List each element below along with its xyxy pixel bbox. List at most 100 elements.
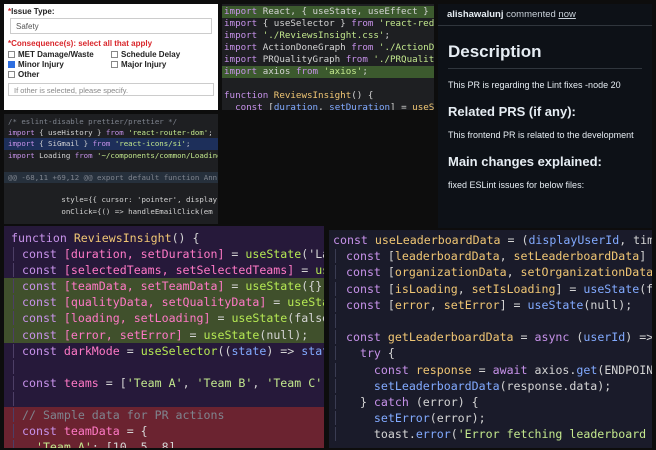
code-line: const [qualityData, setQualityData] = us… <box>4 294 324 311</box>
code-token: , <box>252 375 267 390</box>
code-token: , 'Te <box>322 376 324 390</box>
code-token: const <box>22 263 64 278</box>
consequence-option[interactable]: Minor Injury <box>8 60 111 69</box>
code-line: // Sample data for PR actions <box>4 407 324 424</box>
code-token: from <box>92 139 115 149</box>
code-token: (null); <box>259 327 309 342</box>
code-token: , <box>182 375 197 390</box>
code-token: async <box>534 330 577 345</box>
code-token: state <box>231 343 267 358</box>
code-token: = [ <box>98 375 127 390</box>
comment-time[interactable]: now <box>558 9 575 20</box>
consequence-option[interactable]: MET Damage/Waste <box>8 50 111 59</box>
checkbox-icon[interactable] <box>8 51 15 58</box>
code-token: // Sample data for PR actions <box>22 408 225 423</box>
code-token: 'Team C' <box>266 375 323 390</box>
comment-author[interactable]: alishawalunj <box>447 9 504 20</box>
consequence-option-label: Minor Injury <box>18 60 64 69</box>
code-token: useState <box>245 279 302 294</box>
code-line: const [organizationData, setOrganization… <box>329 264 652 280</box>
code-token: const <box>346 362 416 377</box>
code-token: [ <box>387 281 395 296</box>
consequence-option[interactable]: Major Injury <box>111 60 214 69</box>
code-token: import <box>224 66 263 77</box>
code-line <box>4 391 324 407</box>
other-specify-input[interactable]: If other is selected, please specify. <box>8 83 214 96</box>
code-token: ] = <box>390 102 413 110</box>
code-token: (ENDPOINTS <box>597 362 652 377</box>
code-token: axios. <box>534 362 577 377</box>
code-token: 'react-router-dom' <box>128 128 209 138</box>
indent-guide: toast.error('Error fetching leaderboard … <box>335 427 652 442</box>
code-line: const [loading, setLoading] = useState(f… <box>4 310 324 327</box>
code-token: useState <box>315 263 324 278</box>
code-token: ) => <box>266 343 302 358</box>
indent-guide: setLeaderboardData(response.data); <box>335 378 612 393</box>
code-token: Loading <box>39 150 75 160</box>
code-token: const <box>22 295 64 310</box>
code-token: import <box>224 6 263 17</box>
code-token: const <box>22 327 64 342</box>
code-line: toast.error('Error fetching leaderboard … <box>329 426 652 442</box>
code-line: import './ReviewsInsight.css'; <box>222 30 434 42</box>
code-token: import <box>8 139 40 149</box>
code-token: const <box>346 249 388 264</box>
consequence-option-label: Other <box>18 70 40 79</box>
code-token: @@ -68,11 +69,12 @@ export default funct… <box>8 173 218 183</box>
checkbox-icon[interactable] <box>111 61 118 68</box>
checkbox-checked-icon[interactable] <box>8 61 15 68</box>
indent-guide: const getLeaderboardData = async (userId… <box>335 330 652 345</box>
issue-type-select[interactable]: Safety <box>10 18 212 34</box>
indent-guide: const [duration, setDuration] = useState… <box>13 247 324 262</box>
consequence-option[interactable]: Schedule Delay <box>111 50 214 59</box>
code-token: , <box>429 297 444 312</box>
code-token: ({}); <box>301 279 324 294</box>
code-token: setOrganizationData <box>520 265 652 280</box>
consequence-option[interactable]: Other <box>8 70 111 79</box>
code-token: [ <box>387 265 395 280</box>
code-token: [ <box>387 249 395 264</box>
indent-guide: const [error, setError] = useState(null)… <box>13 327 309 342</box>
code-line: setLeaderboardData(response.data); <box>329 378 652 394</box>
indent-guide: const response = await axios.get(ENDPOIN… <box>335 362 652 377</box>
code-token: './PRQualityGraph' <box>373 54 434 65</box>
description-heading: Description <box>448 42 542 61</box>
diff-line: import { useHistory } from 'react-router… <box>4 127 218 138</box>
code-token: = <box>224 247 246 262</box>
code-token: onClick={() => handleEmailClick(em <box>8 206 213 216</box>
code-token: darkMode <box>63 343 120 358</box>
code-token: state <box>301 343 324 358</box>
code-token: organizationData <box>394 265 507 280</box>
code-token: leaderboardData <box>394 249 500 264</box>
indent-guide: } catch (error) { <box>335 395 479 410</box>
code-token: (null); <box>583 297 633 312</box>
code-token: const <box>22 247 64 262</box>
code-token: ReviewsInsight <box>73 231 172 245</box>
code-token: 'react-icons/si' <box>114 139 187 149</box>
code-line: import axios from 'axios'; <box>222 66 434 78</box>
code-token: try <box>346 346 388 361</box>
indent-guide: const [loading, setLoading] = useState(f… <box>13 311 324 326</box>
checkbox-icon[interactable] <box>8 71 15 78</box>
consequence-label: *Consequence(s): select all that apply <box>8 39 153 48</box>
indent-guide: const [teamData, setTeamData] = useState… <box>13 279 324 294</box>
code-line: const response = await axios.get(ENDPOIN… <box>329 362 652 378</box>
code-token: } <box>346 395 374 410</box>
consequence-option-label: Schedule Delay <box>121 50 181 59</box>
code-token: = <box>266 295 288 310</box>
code-token: style={{ cursor: 'pointer', display <box>8 195 218 205</box>
code-token: isLoading <box>394 281 458 296</box>
checkbox-icon[interactable] <box>111 51 118 58</box>
related-prs-text: This frontend PR is related to the devel… <box>448 130 634 140</box>
code-token: [qualityData, setQualityData] <box>63 295 267 310</box>
indent-guide: const [isLoading, setIsLoading] = useSta… <box>335 281 652 296</box>
code-token: '~/components/common/Loading' <box>97 150 218 160</box>
reviews-insight-code-panel: function ReviewsInsight() {const [durati… <box>4 226 324 448</box>
leaderboard-code-panel: const useLeaderboardData = (displayUserI… <box>329 230 652 448</box>
code-token: [selectedTeams, setSelectedTeams] <box>63 263 295 278</box>
code-token: const <box>346 265 388 280</box>
indent-guide: const [error, setError] = useState(null)… <box>335 297 633 312</box>
